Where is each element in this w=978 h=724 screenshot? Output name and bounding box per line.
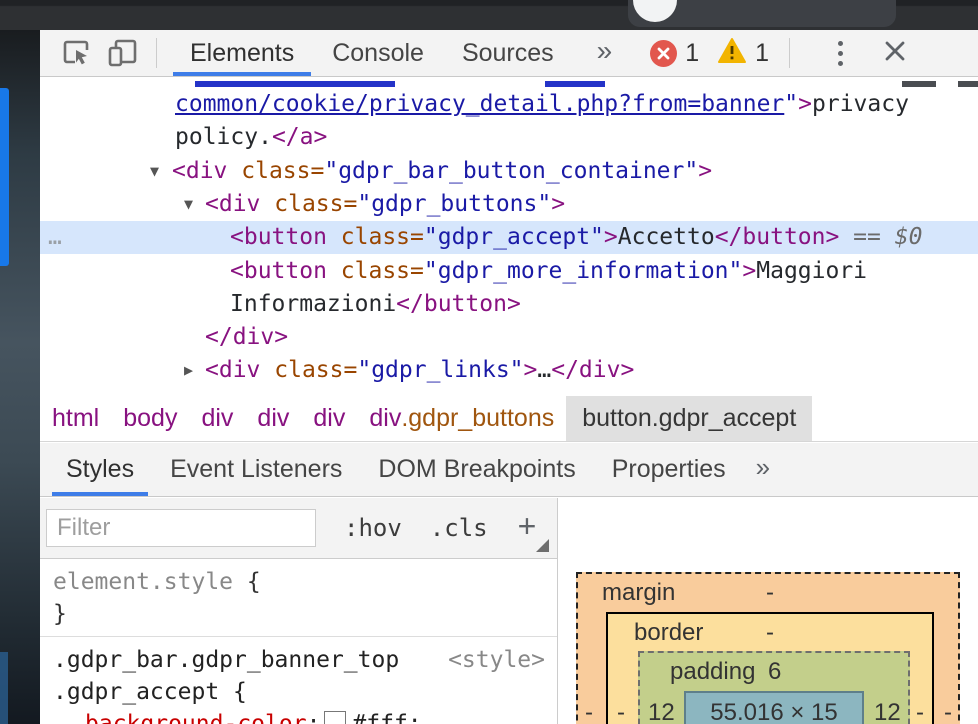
element-style-rule[interactable]: element.style { } <box>40 559 557 637</box>
breadcrumb-item[interactable]: body <box>111 396 189 441</box>
more-tabs-icon[interactable]: » <box>597 35 613 67</box>
dom-tree-row[interactable]: ▶ <div class="gdpr_links">…</div> <box>40 354 978 387</box>
devtools-menu-icon[interactable] <box>832 41 849 66</box>
margin-left-value[interactable]: - <box>585 699 593 724</box>
open-brace: { <box>247 569 261 595</box>
breadcrumb-item[interactable]: div.gdpr_buttons <box>357 396 566 441</box>
rule-selector-line2: .gdpr_accept { <box>53 679 247 705</box>
expand-arrow-icon[interactable]: ▼ <box>184 188 193 221</box>
toolbar-separator <box>789 38 790 68</box>
resize-corner-icon <box>536 539 549 552</box>
dom-tree-row[interactable]: </div> <box>40 321 978 354</box>
tab-event-listeners[interactable]: Event Listeners <box>156 443 356 496</box>
row-overflow-dots: … <box>48 221 62 254</box>
dom-node-text: Informazioni</button> <box>230 288 521 321</box>
error-icon[interactable] <box>650 40 677 67</box>
warning-icon[interactable] <box>717 37 747 69</box>
styles-filter-bar: :hov .cls + <box>40 498 557 559</box>
warning-count[interactable]: 1 <box>755 39 769 68</box>
border-top-value[interactable]: - <box>766 619 774 647</box>
padding-top-value[interactable]: 6 <box>768 658 781 686</box>
dom-node-text: <div class="gdpr_links">…</div> <box>205 354 634 387</box>
styles-sidebar-tabs: Styles Event Listeners DOM Breakpoints P… <box>40 443 978 497</box>
rule-origin[interactable]: <style> <box>448 644 545 676</box>
dom-tree-row[interactable]: … <button class="gdpr_accept">Accetto</bu… <box>40 221 978 254</box>
tab-console[interactable]: Console <box>315 30 441 76</box>
collapse-arrow-icon[interactable]: ▶ <box>184 354 193 387</box>
dom-node-text: policy.</a> <box>175 121 327 154</box>
rule-selector-line1: .gdpr_bar.gdpr_banner_top <box>53 647 399 673</box>
page-backdrop <box>0 30 40 724</box>
browser-titlebar <box>0 0 978 30</box>
box-model-pane: margin - border - padding 6 - - 12 55.01… <box>558 498 978 724</box>
device-toolbar-icon[interactable] <box>106 36 140 70</box>
tab-dom-breakpoints[interactable]: DOM Breakpoints <box>364 443 589 496</box>
padding-label: padding <box>670 658 755 686</box>
inspect-element-icon[interactable] <box>60 36 94 70</box>
element-style-selector: element.style <box>53 569 233 595</box>
devtools-toolbar: Elements Console Sources » 1 1 <box>40 30 978 77</box>
content-size-value[interactable]: 55.016 × 15 <box>684 699 864 724</box>
margin-right-value[interactable]: - <box>944 699 952 724</box>
css-property-value[interactable]: #fff; <box>352 711 421 724</box>
border-right-value[interactable]: - <box>916 699 924 724</box>
dom-tree-row[interactable]: common/cookie/privacy_detail.php?from=ba… <box>40 88 978 121</box>
dom-node-text: </div> <box>205 321 288 354</box>
styles-body: :hov .cls + element.style { } <style> .gd… <box>40 498 978 724</box>
dom-node-text: <div class="gdpr_bar_button_container"> <box>172 155 712 188</box>
more-sidebar-tabs-icon[interactable]: » <box>756 452 770 483</box>
styles-filter-input[interactable] <box>46 509 316 547</box>
tab-elements[interactable]: Elements <box>173 30 311 76</box>
border-label: border <box>634 619 703 647</box>
dom-tree-row-clipped <box>40 78 978 88</box>
devtools-panel: Elements Console Sources » 1 1 <box>40 30 978 724</box>
color-swatch[interactable] <box>324 711 346 724</box>
new-style-rule-button[interactable]: + <box>518 508 537 545</box>
breadcrumb: htmlbodydivdivdivdiv.gdpr_buttonsbutton.… <box>40 396 978 442</box>
dom-tree-row[interactable]: Informazioni</button> <box>40 288 978 321</box>
toolbar-separator <box>156 38 157 68</box>
breadcrumb-item[interactable]: div <box>301 396 357 441</box>
colon: : <box>307 711 321 724</box>
box-model-diagram[interactable]: margin - border - padding 6 - - 12 55.01… <box>576 572 960 724</box>
pseudo-state-toggle[interactable]: :hov <box>344 514 402 542</box>
tab-properties[interactable]: Properties <box>598 443 740 496</box>
close-icon[interactable] <box>877 37 913 70</box>
dom-node-text: <button class="gdpr_accept">Accetto</but… <box>230 221 922 254</box>
breadcrumb-item[interactable]: html <box>40 396 111 441</box>
dom-tree-row[interactable]: ▼ <div class="gdpr_buttons"> <box>40 188 978 221</box>
dom-node-text: common/cookie/privacy_detail.php?from=ba… <box>175 88 909 121</box>
screen: Elements Console Sources » 1 1 <box>0 0 978 724</box>
close-brace: } <box>53 601 67 627</box>
gdpr-accept-rule[interactable]: <style> .gdpr_bar.gdpr_banner_top .gdpr_a… <box>40 637 557 724</box>
expand-arrow-icon[interactable]: ▼ <box>150 155 159 188</box>
margin-label: margin <box>602 579 675 607</box>
dom-node-text: <button class="gdpr_more_information">Ma… <box>230 255 867 288</box>
breadcrumb-item[interactable]: div <box>245 396 301 441</box>
dom-tree-row[interactable]: ▼ <div class="gdpr_bar_button_container"> <box>40 155 978 188</box>
error-count[interactable]: 1 <box>685 39 699 68</box>
element-classes-toggle[interactable]: .cls <box>430 514 488 542</box>
page-highlight-strip <box>0 88 9 266</box>
css-property-name[interactable]: background-color <box>85 711 307 724</box>
dom-tree: common/cookie/privacy_detail.php?from=ba… <box>40 78 978 397</box>
breadcrumb-item[interactable]: button.gdpr_accept <box>566 396 812 441</box>
dom-tree-row[interactable]: <button class="gdpr_more_information">Ma… <box>40 255 978 288</box>
tab-styles[interactable]: Styles <box>52 443 148 496</box>
breadcrumb-item[interactable]: div <box>189 396 245 441</box>
padding-right-value[interactable]: 12 <box>874 699 901 724</box>
page-highlight-strip-dim <box>0 652 8 724</box>
dom-node-text: <div class="gdpr_buttons"> <box>205 188 565 221</box>
tab-sources[interactable]: Sources <box>445 30 571 76</box>
margin-top-value[interactable]: - <box>766 579 774 607</box>
border-left-value[interactable]: - <box>617 699 625 724</box>
dom-tree-row[interactable]: policy.</a> <box>40 121 978 154</box>
styles-rules-pane: :hov .cls + element.style { } <style> .gd… <box>40 498 558 724</box>
padding-left-value[interactable]: 12 <box>648 699 675 724</box>
